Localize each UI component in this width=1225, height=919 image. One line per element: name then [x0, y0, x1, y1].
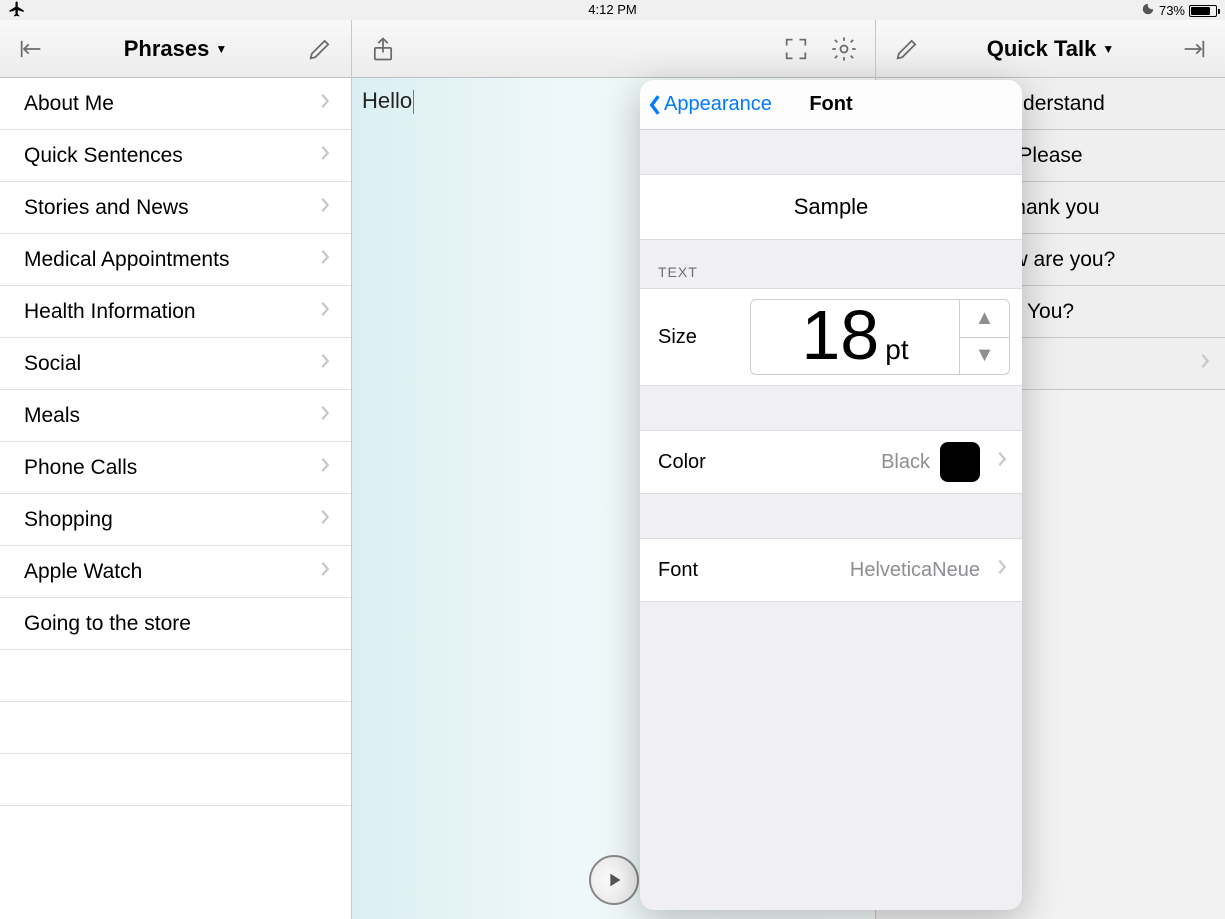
status-right: 73% [1141, 2, 1217, 19]
font-popover: Appearance Font Sample TEXT Size 18 pt ▲… [640, 80, 1022, 910]
size-value-display: 18 pt [751, 300, 959, 374]
color-cell[interactable]: Color Black [640, 430, 1022, 494]
phrases-item[interactable]: Phone Calls [0, 442, 351, 494]
edit-left-button[interactable] [303, 32, 337, 66]
phrases-item[interactable]: Meals [0, 390, 351, 442]
font-cell[interactable]: Font HelveticaNeue [640, 538, 1022, 602]
left-toolbar: Phrases ▼ [0, 20, 351, 78]
phrases-item[interactable]: Health Information [0, 286, 351, 338]
phrases-item[interactable]: Medical Appointments [0, 234, 351, 286]
list-item-label: Health Information [24, 300, 196, 324]
list-item-label: Stories and News [24, 196, 189, 220]
sample-cell: Sample [640, 174, 1022, 240]
left-title-dropdown[interactable]: Phrases ▼ [48, 36, 303, 62]
chevron-right-icon [319, 248, 331, 272]
chevron-right-icon [319, 352, 331, 376]
airplane-mode-icon [8, 0, 26, 21]
do-not-disturb-icon [1141, 2, 1155, 19]
size-unit: pt [885, 334, 908, 366]
font-label: Font [658, 559, 698, 582]
chevron-right-icon [996, 558, 1008, 582]
size-decrease-button[interactable]: ▼ [960, 338, 1009, 375]
size-number: 18 [801, 300, 879, 370]
battery-icon [1189, 5, 1217, 17]
list-item-label: Medical Appointments [24, 248, 229, 272]
back-button[interactable]: Appearance [640, 93, 772, 116]
chevron-right-icon [319, 508, 331, 532]
list-item-label: Meals [24, 404, 80, 428]
status-bar: 4:12 PM 73% [0, 0, 1225, 20]
left-title-label: Phrases [124, 36, 210, 62]
sample-text: Sample [794, 194, 869, 220]
edit-right-button[interactable] [890, 32, 924, 66]
empty-row: . [0, 754, 351, 806]
color-label: Color [658, 451, 706, 474]
phrases-item[interactable]: Apple Watch [0, 546, 351, 598]
size-label: Size [658, 326, 697, 349]
phrases-item[interactable]: Going to the store [0, 598, 351, 650]
phrases-item[interactable]: Stories and News [0, 182, 351, 234]
chevron-right-icon [319, 300, 331, 324]
list-item-label: Social [24, 352, 81, 376]
list-item-label: Shopping [24, 508, 113, 532]
chevron-right-icon [1199, 352, 1211, 376]
text-content: Hello [362, 88, 412, 113]
phrases-item[interactable]: Social [0, 338, 351, 390]
chevron-right-icon [319, 560, 331, 584]
font-value: HelveticaNeue [850, 559, 980, 582]
settings-button[interactable] [827, 32, 861, 66]
list-item-label: About Me [24, 92, 114, 116]
share-button[interactable] [366, 32, 400, 66]
status-time: 4:12 PM [588, 2, 636, 17]
list-item-label: You? [1027, 300, 1074, 324]
chevron-right-icon [319, 92, 331, 116]
chevron-right-icon [319, 456, 331, 480]
color-value: Black [881, 451, 930, 474]
text-section-header: TEXT [640, 240, 1022, 288]
phrases-item[interactable]: Quick Sentences [0, 130, 351, 182]
chevron-right-icon [319, 144, 331, 168]
size-increase-button[interactable]: ▲ [960, 300, 1009, 338]
popover-title: Font [809, 93, 852, 116]
caret-down-icon: ▼ [215, 42, 227, 56]
list-item-label: Phone Calls [24, 456, 137, 480]
caret-down-icon: ▼ [1102, 42, 1114, 56]
phrases-item[interactable]: Shopping [0, 494, 351, 546]
left-panel: Phrases ▼ About Me Quick Sentences Stories… [0, 20, 352, 919]
list-item-label: Quick Sentences [24, 144, 183, 168]
chevron-right-icon [319, 404, 331, 428]
size-stepper: 18 pt ▲ ▼ [750, 299, 1010, 375]
size-cell: Size 18 pt ▲ ▼ [640, 288, 1022, 386]
collapse-left-button[interactable] [14, 32, 48, 66]
list-item-label: Please [1018, 144, 1082, 168]
collapse-right-button[interactable] [1177, 32, 1211, 66]
right-title-label: Quick Talk [987, 36, 1097, 62]
play-button[interactable] [589, 855, 639, 905]
list-item-label: Apple Watch [24, 560, 142, 584]
right-title-dropdown[interactable]: Quick Talk ▼ [924, 36, 1177, 62]
color-swatch [940, 442, 980, 482]
chevron-right-icon [996, 450, 1008, 474]
popover-nav: Appearance Font [640, 80, 1022, 130]
phrases-list: About Me Quick Sentences Stories and News M… [0, 78, 351, 806]
phrases-item[interactable]: About Me [0, 78, 351, 130]
empty-row: . [0, 702, 351, 754]
text-cursor [413, 90, 414, 114]
battery-percent: 73% [1159, 3, 1185, 18]
empty-row: . [0, 650, 351, 702]
list-item-label: Going to the store [24, 612, 191, 636]
right-toolbar: Quick Talk ▼ [876, 20, 1225, 78]
center-toolbar [352, 20, 875, 78]
back-label: Appearance [664, 93, 772, 116]
fullscreen-button[interactable] [779, 32, 813, 66]
chevron-right-icon [319, 196, 331, 220]
